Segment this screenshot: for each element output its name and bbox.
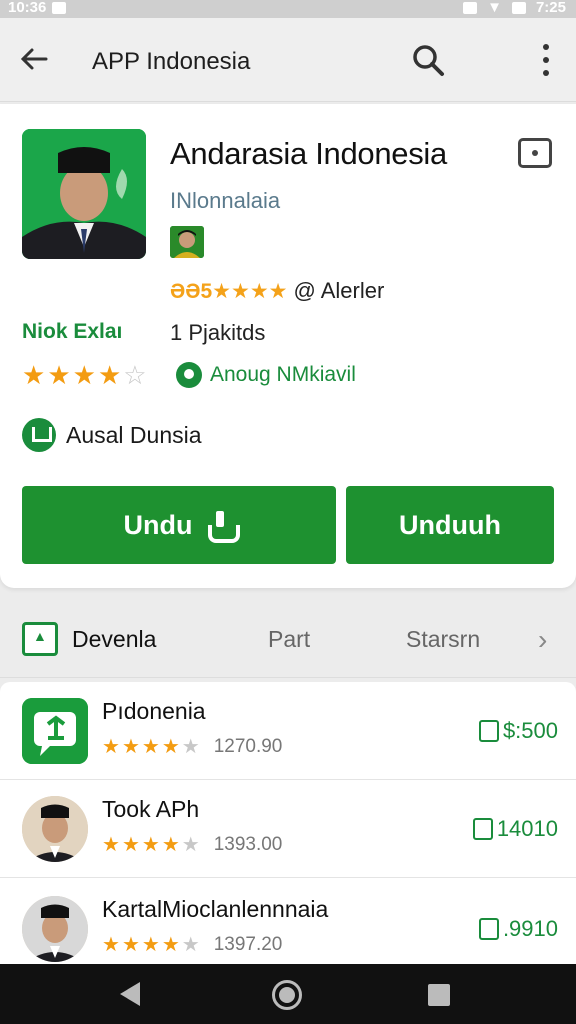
cast-icon [463,1,478,14]
unduh-button[interactable]: Unduuh [346,486,554,564]
rating-stars-text: ƏƏ5★★★★ [170,279,288,303]
developer-avatar [170,226,204,258]
list-item-name: KartalMioclanlennnaia [102,896,329,922]
price-tag-icon [478,918,499,940]
nav-recents-icon[interactable] [428,984,450,1006]
app-subtitle[interactable]: INlonnalaia [170,188,280,214]
star-rating: ★ ★ ★ ★ ☆ [22,360,147,391]
tab-part[interactable]: Part [268,626,310,653]
alert-text: @ Alerler [293,278,385,303]
download-icon [206,511,241,543]
info-text: Ausal Dunsia [66,421,202,448]
list-item-name: Took APh [102,796,200,822]
download-button-label: Undu [123,509,193,540]
star-icon: ★ [72,360,96,390]
wifi-icon: ▼ [487,0,502,16]
app-icon [22,698,88,764]
tab-developer[interactable]: Devenla [72,626,156,653]
star-icon: ★ [97,360,122,390]
list-item-price-value: .9910 [502,916,558,941]
list-item-rating: ★ ★ ★ ★ ★ 1393.00 [102,833,283,857]
search-icon[interactable] [410,42,446,78]
nav-home-icon[interactable] [272,980,302,1010]
tab-bar: Devenla Part Starsrn › [0,600,576,678]
list-item-price-value: $:500 [502,718,558,743]
list-item[interactable]: Took APh ★ ★ ★ ★ ★ 1393.00 14010 [0,780,576,878]
list-item-count: 1393.00 [213,833,283,855]
badge-row[interactable]: Anoug NMkiavil [176,362,356,388]
download-button[interactable]: Undu [22,486,336,564]
more-vert-icon[interactable] [532,40,560,80]
app-list: Pıdonenia ★ ★ ★ ★ ★ 1270.90 $:500 Took APh ★… [0,682,576,964]
list-item-count: 1270.90 [213,735,283,757]
location-icon [176,362,202,388]
star-icon: ★ [47,360,71,390]
list-item-price[interactable]: $:500 [478,718,558,744]
review-label: Niok Exlaı [22,320,123,343]
app-detail-card: Andarasia Indonesia INlonnalaia ƏƏ5★★★★ … [0,104,576,588]
download-circle-icon [22,418,56,452]
tab-stars[interactable]: Starsrn [406,626,480,653]
list-item-price-value: 14010 [496,816,558,841]
system-nav-bar [0,964,576,1024]
badge-text: Anoug NMkiavil [210,363,356,386]
price-tag-icon [472,818,493,840]
app-hero-image [22,129,146,259]
list-item-price[interactable]: 14010 [472,816,558,842]
status-time-right: 7:25 [535,0,566,16]
page-title: APP Indonesia [92,48,251,75]
status-time-left: 10:36 [8,0,47,16]
avatar [22,896,88,962]
list-item-price[interactable]: .9910 [478,916,558,942]
nav-back-icon[interactable] [120,982,140,1006]
star-empty-icon: ☆ [123,360,147,390]
status-bar: 10:36 ▼ 7:25 [0,0,576,18]
list-item[interactable]: KartalMioclanlennnaia ★ ★ ★ ★ ★ 1397.20 .991… [0,880,576,964]
star-icon: ★ [22,360,46,390]
list-item[interactable]: Pıdonenia ★ ★ ★ ★ ★ 1270.90 $:500 [0,682,576,780]
app-name: Andarasia Indonesia [170,136,447,171]
unduh-button-label: Unduuh [399,509,501,540]
app-bar: APP Indonesia [0,18,576,102]
chevron-right-icon[interactable]: › [538,624,547,656]
battery-icon [511,1,526,14]
rating-line: ƏƏ5★★★★ @ Alerler [170,278,384,304]
app-detail: 1 Pjakitds [170,320,266,345]
list-item-name: Pıdonenia [102,698,206,724]
notification-icon [52,1,67,14]
avatar [22,796,88,862]
bookmark-icon[interactable] [518,138,552,168]
info-row[interactable]: Ausal Dunsia [22,418,202,452]
price-tag-icon [478,720,499,742]
list-item-count: 1397.20 [213,933,283,955]
list-item-rating: ★ ★ ★ ★ ★ 1397.20 [102,933,283,957]
developer-tab-icon [22,622,58,656]
back-arrow-icon[interactable] [18,42,52,76]
list-item-rating: ★ ★ ★ ★ ★ 1270.90 [102,735,283,759]
